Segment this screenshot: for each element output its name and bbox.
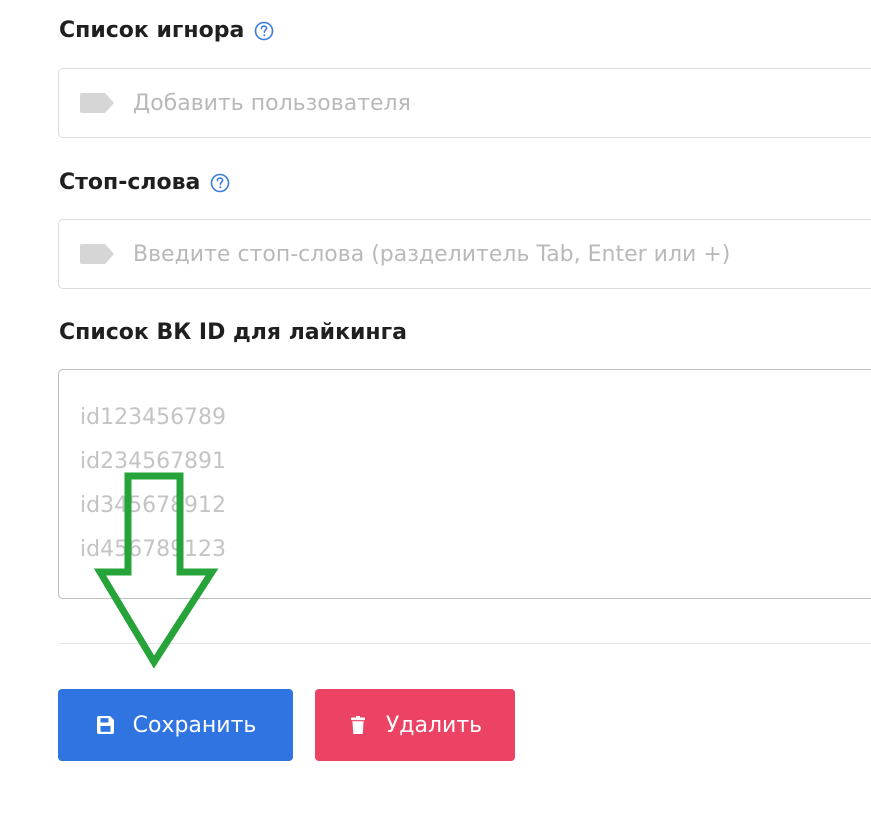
- vk-ids-label-text: Список ВК ID для лайкинга: [59, 320, 407, 345]
- delete-button[interactable]: Удалить: [315, 689, 515, 761]
- stop-words-input[interactable]: [133, 241, 833, 267]
- tag-icon: [79, 92, 115, 114]
- stop-words-label-text: Стоп-слова: [59, 170, 201, 195]
- ignore-list-input-wrapper[interactable]: [58, 68, 871, 138]
- ignore-list-label-text: Список игнора: [59, 18, 245, 43]
- vk-ids-label: Список ВК ID для лайкинга: [59, 320, 407, 345]
- save-button[interactable]: Сохранить: [58, 689, 293, 761]
- delete-button-label: Удалить: [385, 712, 483, 738]
- trash-icon: [348, 715, 368, 735]
- save-button-label: Сохранить: [132, 712, 257, 738]
- vk-ids-textarea-wrapper: [58, 369, 871, 599]
- question-circle-icon[interactable]: [210, 173, 230, 193]
- divider: [58, 643, 871, 644]
- vk-ids-textarea[interactable]: [59, 370, 871, 598]
- question-circle-icon[interactable]: [254, 21, 274, 41]
- stop-words-label: Стоп-слова: [59, 170, 230, 195]
- stop-words-input-wrapper[interactable]: [58, 219, 871, 289]
- ignore-list-input[interactable]: [133, 90, 833, 116]
- ignore-list-label: Список игнора: [59, 18, 274, 43]
- settings-form: Список игнора Стоп-слова: [0, 0, 871, 824]
- floppy-disk-icon: [95, 715, 115, 735]
- tag-icon: [79, 243, 115, 265]
